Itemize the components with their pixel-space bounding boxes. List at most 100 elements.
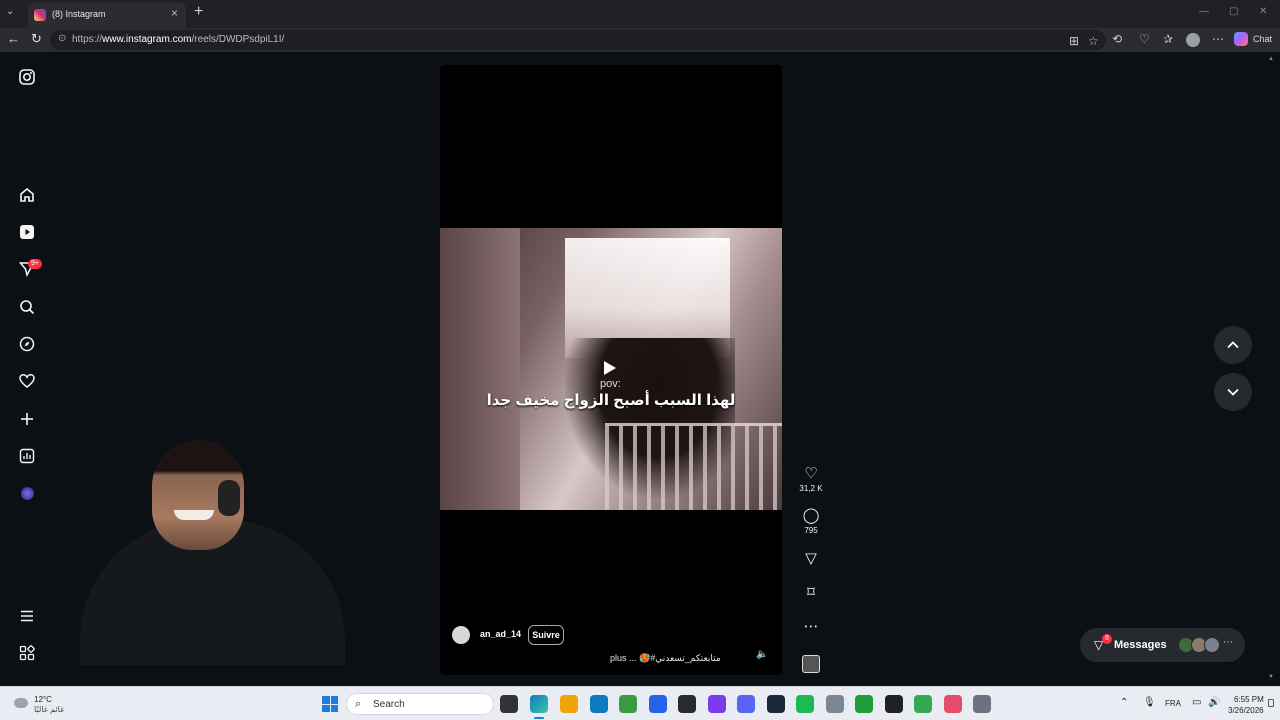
window-close-icon[interactable]: ✕ [1259, 6, 1267, 17]
message-avatar [1204, 637, 1220, 653]
display-icon[interactable]: ▭ [1192, 697, 1201, 708]
previous-reel-button[interactable] [1214, 326, 1252, 364]
tab-list-icon[interactable]: ⌄ [6, 6, 14, 17]
taskbar-app-icon[interactable] [737, 695, 755, 713]
heart-icon[interactable]: ♡ [796, 465, 826, 483]
taskbar-app-icon[interactable] [589, 695, 608, 713]
reel-player[interactable]: pov: لهذا السبب أصبح الزواج مخيف جدا an_… [440, 65, 782, 675]
split-screen-icon[interactable]: ⊞ [1069, 34, 1079, 48]
chat-label: Chat [1253, 34, 1273, 44]
taskbar-app-icon[interactable] [855, 695, 873, 713]
follow-button[interactable]: Suivre [528, 625, 564, 645]
original-audio-thumbnail[interactable] [802, 655, 820, 673]
taskbar-app-icon[interactable] [619, 695, 637, 713]
notifications-icon[interactable] [1268, 699, 1274, 707]
home-icon[interactable] [17, 185, 37, 205]
profile-avatar-icon[interactable] [1186, 33, 1200, 47]
url-text: https://www.instagram.com/reels/DWDPsdpi… [72, 34, 285, 45]
extensions-icon[interactable]: ⟲ [1112, 32, 1122, 46]
profile-avatar[interactable] [17, 483, 37, 503]
more-action[interactable]: ⋯ [796, 618, 826, 636]
taskbar-app-icon[interactable] [678, 695, 696, 713]
taskbar-app-icon[interactable] [914, 695, 932, 713]
menu-icon[interactable] [17, 606, 37, 626]
copilot-icon [1234, 32, 1248, 46]
volume-icon[interactable]: 🔊 [1208, 697, 1220, 708]
reel-author-row: an_ad_14 Suivre [452, 624, 772, 646]
browser-tab-strip: ⌄ (8) Instagram × + — ▢ ✕ [0, 0, 1280, 28]
back-icon[interactable]: ← [7, 31, 20, 46]
edge-icon[interactable] [530, 695, 548, 713]
instagram-logo-icon[interactable] [17, 67, 37, 87]
search-icon[interactable] [17, 297, 37, 317]
next-reel-button[interactable] [1214, 373, 1252, 411]
copilot-chat-button[interactable]: Chat [1234, 31, 1276, 49]
page-scrollbar[interactable]: ▲ ▼ [1266, 56, 1276, 684]
play-icon[interactable] [604, 361, 616, 375]
more-apps-icon[interactable] [17, 643, 37, 663]
taskbar-app-icon[interactable] [973, 695, 991, 713]
video-pov-text: pov: [600, 378, 621, 390]
share-icon[interactable]: ▽ [796, 550, 826, 568]
chevron-up-icon [1227, 341, 1239, 349]
taskbar-app-icon[interactable] [560, 695, 578, 713]
comment-icon[interactable]: ◯ [796, 507, 826, 525]
chevron-down-icon [1227, 388, 1239, 396]
messages-pill[interactable]: ▽ 8 Messages ⋯ [1080, 628, 1245, 662]
weather-temperature[interactable]: 12°C [34, 695, 52, 704]
explore-icon[interactable] [17, 334, 37, 354]
reload-icon[interactable]: ↻ [31, 31, 42, 47]
taskbar-app-icon[interactable] [796, 695, 814, 713]
heart-icon[interactable] [17, 371, 37, 391]
mute-icon[interactable]: 🔈 [756, 649, 768, 660]
browser-tab[interactable]: (8) Instagram × [28, 3, 186, 28]
comment-count: 795 [804, 526, 818, 535]
clock-date[interactable]: 3/26/2026 [1228, 706, 1264, 715]
favorite-star-icon[interactable]: ☆ [1088, 34, 1099, 48]
maximize-icon[interactable]: ▢ [1229, 6, 1238, 17]
taskbar-app-icon[interactable] [707, 695, 726, 713]
author-username[interactable]: an_ad_14 [480, 629, 521, 639]
messages-more-icon: ⋯ [1223, 637, 1233, 648]
browser-essentials-icon[interactable]: ♡ [1139, 32, 1150, 46]
dashboard-icon[interactable] [17, 446, 37, 466]
messages-badge: 9+ [28, 259, 42, 269]
reel-caption[interactable]: plus ... 🥵#متابعتكم_تسعدني [610, 653, 721, 664]
input-language[interactable]: FRA [1165, 699, 1181, 708]
task-view-icon[interactable] [500, 695, 518, 713]
author-avatar[interactable] [452, 626, 470, 644]
instagram-sidebar: 9+ [0, 52, 54, 686]
minimize-icon[interactable]: — [1199, 6, 1209, 17]
new-tab-icon[interactable]: + [194, 3, 203, 21]
tab-close-icon[interactable]: × [171, 6, 178, 20]
taskbar-app-icon[interactable] [943, 695, 962, 713]
reels-icon[interactable] [17, 222, 37, 242]
webcam-overlay [70, 430, 355, 665]
share-action[interactable]: ▽ [796, 550, 826, 568]
taskbar-app-icon[interactable] [766, 695, 785, 713]
taskbar-app-icon[interactable] [884, 695, 903, 713]
bookmark-icon[interactable]: ⌑ [796, 584, 826, 602]
microphone-icon[interactable]: 🎙 [1143, 697, 1156, 708]
taskbar-search[interactable]: ⌕ Search [346, 693, 494, 715]
cloud-icon[interactable] [14, 698, 28, 708]
weather-description[interactable]: غائم غالبًا [34, 705, 64, 714]
like-action[interactable]: ♡ 31,2 K [796, 465, 826, 493]
save-action[interactable]: ⌑ [796, 584, 826, 602]
site-info-icon[interactable]: ⊙ [58, 33, 66, 44]
windows-start-icon[interactable] [322, 696, 338, 712]
show-hidden-icons-icon[interactable]: ⌃ [1120, 697, 1128, 708]
taskbar-app-icon[interactable] [825, 695, 844, 713]
address-bar[interactable]: ⊙ https://www.instagram.com/reels/DWDPsd… [50, 30, 1106, 50]
instagram-favicon-icon [34, 9, 46, 21]
tab-title: (8) Instagram [52, 9, 106, 19]
clock-time[interactable]: 6:55 PM [1234, 695, 1264, 704]
favorites-icon[interactable]: ✰ [1163, 32, 1173, 46]
create-icon[interactable] [17, 409, 37, 429]
taskbar-app-icon[interactable] [648, 695, 667, 713]
address-bar-row: ← ↻ ⊙ https://www.instagram.com/reels/DW… [0, 28, 1280, 52]
more-options-icon[interactable]: ⋯ [796, 618, 826, 636]
comment-action[interactable]: ◯ 795 [796, 507, 826, 535]
settings-more-icon[interactable]: ⋯ [1212, 32, 1224, 46]
video-caption-overlay: لهذا السبب أصبح الزواج مخيف جدا [486, 392, 736, 409]
